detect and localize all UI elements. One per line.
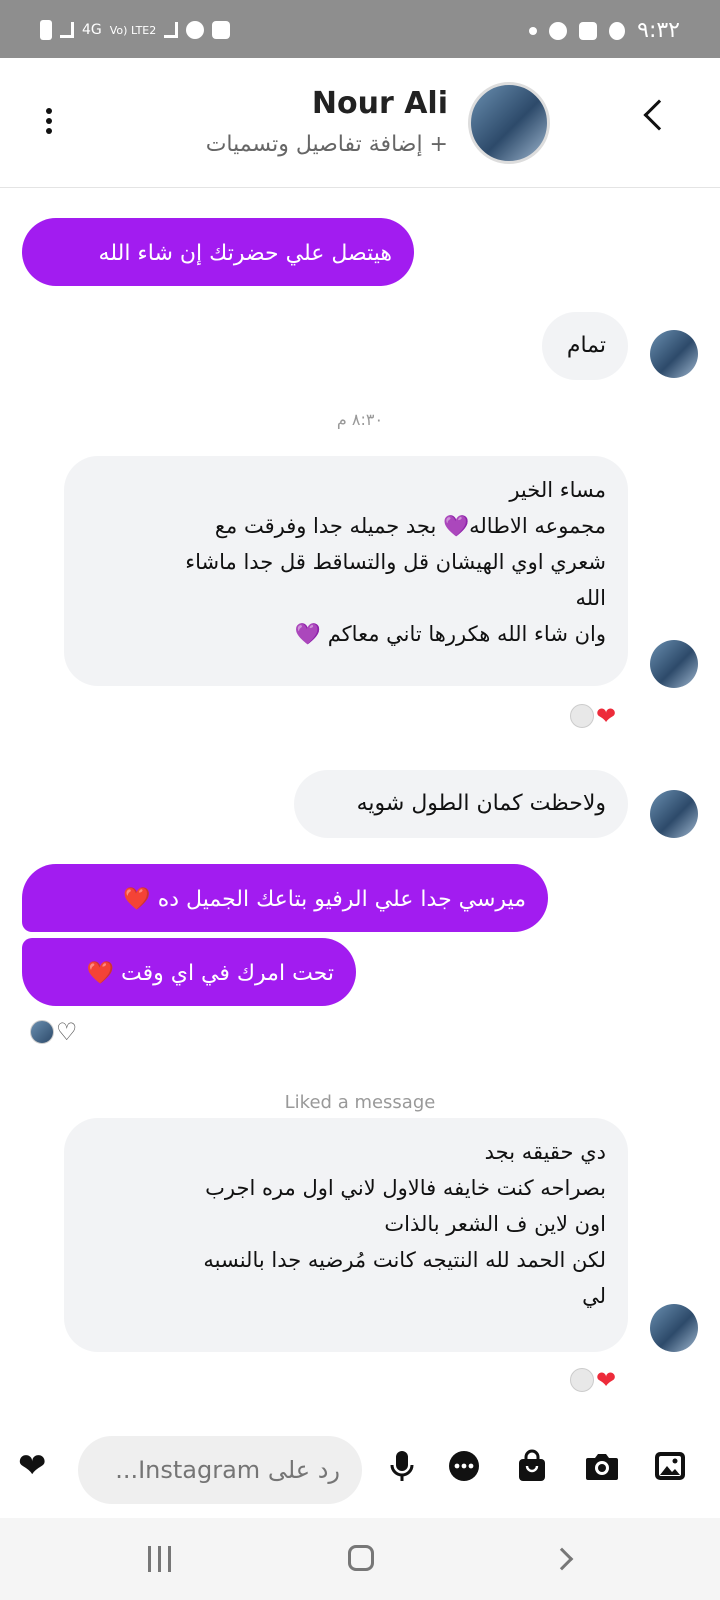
system-navigation-bar	[0, 1518, 720, 1600]
message-line: دي حقيقه بجد	[484, 1140, 606, 1164]
reactor-avatar	[570, 1368, 594, 1392]
reactor-avatar	[30, 1020, 54, 1044]
app-notification-icon	[212, 21, 231, 39]
sender-avatar[interactable]	[650, 790, 698, 838]
heart-reaction-icon: ❤	[596, 702, 617, 730]
camera-icon[interactable]	[584, 1448, 620, 1484]
incoming-message[interactable]: دي حقيقه بجد بصراحه كنت خايفه فالاول لان…	[64, 1118, 628, 1352]
message-reactions[interactable]: ♡	[30, 1018, 78, 1046]
incoming-message[interactable]: مساء الخير مجموعه الاطاله💜 بجد جميله جدا…	[64, 456, 628, 686]
signal-icon	[60, 22, 74, 38]
heart-outline-icon: ♡	[56, 1018, 78, 1046]
reactor-avatar	[570, 704, 594, 728]
network-type-2: Vo) LTE2	[109, 23, 157, 37]
gallery-icon	[579, 21, 598, 40]
sender-avatar[interactable]	[650, 330, 698, 378]
heart-reaction-icon: ❤	[596, 1366, 617, 1394]
gallery-icon[interactable]	[652, 1448, 688, 1484]
outgoing-message[interactable]: ميرسي جدا علي الرفيو بتاعك الجميل ده ❤️	[22, 864, 548, 932]
message-text: تمام	[566, 333, 606, 358]
message-text: ولاحظت كمان الطول شويه	[356, 791, 606, 816]
heart-like-icon[interactable]: ❤	[18, 1446, 47, 1486]
battery-icon	[40, 20, 52, 40]
notification-dot-icon	[529, 26, 538, 35]
message-reactions[interactable]: ❤	[570, 1366, 616, 1394]
message-line: شعري اوي الهيشان قل والتساقط قل جدا ماشا…	[185, 550, 606, 574]
recents-button[interactable]	[148, 1546, 171, 1572]
message-text: ميرسي جدا علي الرفيو بتاعك الجميل ده ❤️	[123, 887, 526, 912]
message-line: مساء الخير	[509, 478, 606, 502]
status-left-icons: 4G Vo) LTE2	[40, 20, 231, 40]
shopping-bag-icon[interactable]	[514, 1448, 550, 1484]
incoming-message[interactable]: ولاحظت كمان الطول شويه	[294, 770, 628, 838]
message-text: تحت امرك في اي وقت ❤️	[86, 961, 334, 986]
back-chevron-icon[interactable]	[643, 99, 675, 131]
sender-avatar[interactable]	[650, 640, 698, 688]
liked-message-label: Liked a message	[284, 1092, 436, 1113]
incoming-message[interactable]: تمام	[542, 312, 628, 380]
outgoing-message[interactable]: هيتصل علي حضرتك إن شاء الله	[22, 218, 414, 286]
message-line: لي	[582, 1284, 606, 1308]
message-composer: ❤	[0, 1422, 720, 1518]
message-line: بصراحه كنت خايفه فالاول لاني اول مره اجر…	[205, 1176, 606, 1200]
alarm-icon	[186, 21, 205, 39]
message-input[interactable]	[78, 1436, 362, 1504]
message-line: مجموعه الاطاله💜 بجد جميله جدا وفرقت مع	[214, 514, 606, 538]
signal-icon-2	[164, 22, 179, 38]
contact-avatar[interactable]	[468, 82, 550, 164]
contact-name[interactable]: Nour Ali	[312, 86, 448, 121]
more-options-icon[interactable]	[46, 108, 54, 138]
system-back-button[interactable]	[550, 1547, 574, 1571]
network-type-1: 4G	[82, 22, 102, 38]
message-line: الله	[575, 586, 606, 610]
message-line: اون لاين ف الشعر بالذات	[384, 1212, 606, 1236]
message-text: هيتصل علي حضرتك إن شاء الله	[98, 241, 392, 266]
chat-header: Nour Ali + إضافة تفاصيل وتسميات	[0, 58, 720, 188]
home-button[interactable]	[348, 1545, 374, 1571]
microphone-icon[interactable]	[384, 1448, 420, 1484]
outgoing-message[interactable]: تحت امرك في اي وقت ❤️	[22, 938, 356, 1006]
status-time: ٩:٣٢	[637, 18, 680, 43]
status-right-icons: ٩:٣٢	[529, 18, 680, 43]
add-details-link[interactable]: + إضافة تفاصيل وتسميات	[206, 132, 448, 157]
message-timestamp: ٨:٣٠ م	[336, 410, 384, 429]
sender-avatar[interactable]	[650, 1304, 698, 1352]
chat-bubble-icon	[549, 21, 568, 40]
app-icon	[609, 21, 626, 40]
message-line: لكن الحمد لله النتيجه كانت مُرضيه جدا با…	[203, 1248, 606, 1272]
status-bar: 4G Vo) LTE2 ٩:٣٢	[0, 0, 720, 58]
message-reactions[interactable]: ❤	[570, 702, 616, 730]
message-line: وان شاء الله هكررها تاني معاكم 💜	[294, 622, 606, 646]
sticker-chat-icon[interactable]	[446, 1448, 482, 1484]
